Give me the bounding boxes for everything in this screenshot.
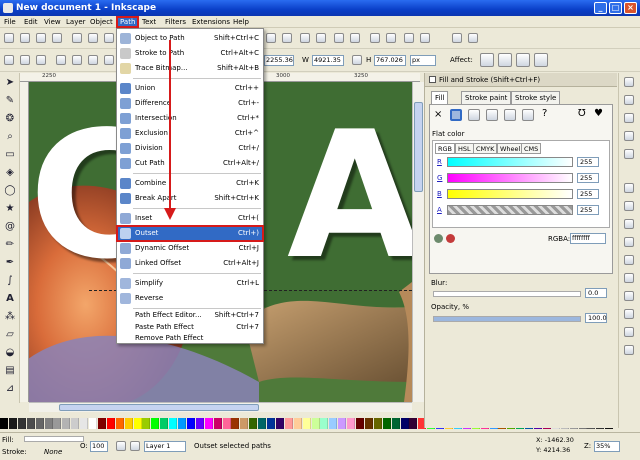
annotation-arrow — [164, 40, 176, 220]
annotation-arrow-head — [164, 208, 176, 220]
